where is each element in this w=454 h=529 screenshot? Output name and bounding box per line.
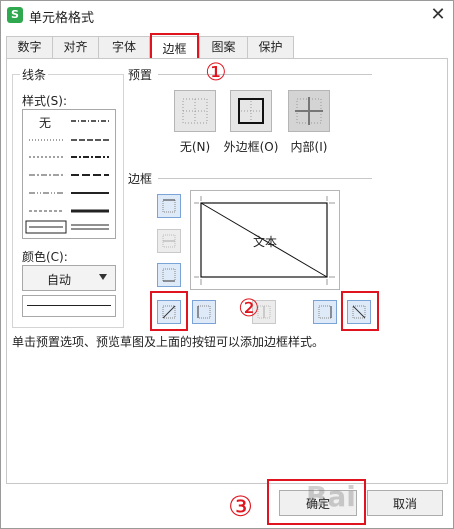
border-preview[interactable]: 文本 [190,190,340,290]
border-bottom-button[interactable] [157,263,181,287]
step1-marker: ① [205,58,227,86]
diagonal-up-highlight [150,291,188,331]
wps-app-icon: S [7,7,23,23]
hint-text: 单击预置选项、预览草图及上面的按钮可以添加边框样式。 [12,335,325,349]
watermark: Bai [306,480,356,513]
preset-inside-label: 内部(I) [290,140,328,154]
border-right-icon [318,305,332,319]
color-label: 颜色(C): [22,250,68,264]
tab-font[interactable]: 字体 [98,36,150,58]
tab-alignment[interactable]: 对齐 [52,36,99,58]
border-left-button[interactable] [192,300,216,324]
dialog-title: 单元格格式 [29,11,95,26]
border-left-icon [197,305,211,319]
outline-border-icon [238,98,264,124]
line-group-label: 线条 [20,66,49,83]
close-icon[interactable]: ✕ [427,4,449,26]
diagonal-down-highlight [341,291,379,331]
no-border-icon [182,98,208,124]
step2-marker: ② [238,294,260,322]
preset-none-button[interactable] [174,90,216,132]
line-style-list[interactable]: 无 [22,109,116,239]
preset-none-label: 无(N) [179,140,211,154]
preview-text: 文本 [253,235,278,249]
presets-divider [158,74,372,75]
chevron-down-icon [99,274,107,280]
inside-border-icon [295,97,323,125]
tab-protection[interactable]: 保护 [247,36,294,58]
border-top-icon [162,199,176,213]
border-group-label: 边框 [126,170,155,187]
step3-marker: ③ [228,490,254,523]
border-right-button[interactable] [313,300,337,324]
cancel-button[interactable]: 取消 [367,490,443,516]
color-value: 自动 [47,273,72,287]
color-dropdown[interactable]: 自动 [22,265,116,291]
line-style-samples[interactable] [23,110,115,238]
line-preview-sample [27,305,111,306]
style-label: 样式(S): [22,94,68,108]
preset-outline-button[interactable] [230,90,272,132]
border-top-button[interactable] [157,194,181,218]
tab-number[interactable]: 数字 [6,36,53,58]
border-divider [158,178,372,179]
tab-pattern[interactable]: 图案 [199,36,248,58]
border-tab-highlight [150,33,199,61]
border-bottom-icon [162,268,176,282]
line-preview [22,295,116,317]
presets-label: 预置 [126,66,155,83]
title-bar: S 单元格格式 ✕ [1,1,453,29]
inside-horizontal-icon [162,234,176,248]
border-inside-horizontal-button[interactable] [157,229,181,253]
preset-outline-label: 外边框(O) [223,140,279,154]
preset-inside-button[interactable] [288,90,330,132]
